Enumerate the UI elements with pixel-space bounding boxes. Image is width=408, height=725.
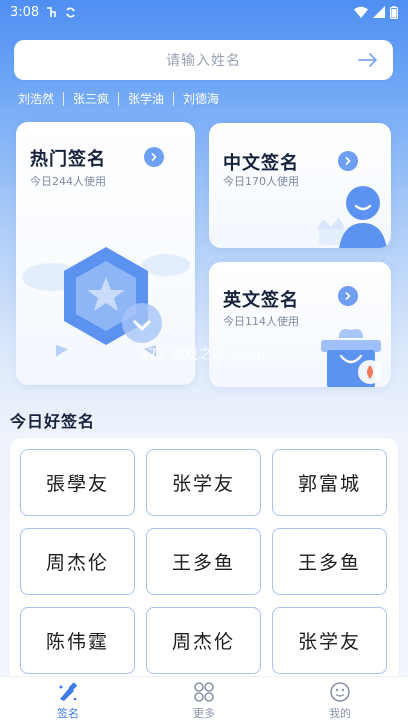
card-subtitle: 今日244人使用 (30, 175, 106, 188)
grid-icon (194, 682, 214, 702)
signature-cell[interactable]: 张学友 (272, 607, 387, 674)
app-notification-icon (47, 6, 57, 17)
chevron-right-icon[interactable] (144, 147, 164, 167)
chinese-signature-card[interactable]: 中文签名 今日170人使用 (209, 123, 391, 248)
hot-signature-card[interactable]: 热门签名 今日244人使用 (16, 122, 195, 385)
signature-cell[interactable]: 張學友 (20, 449, 135, 516)
history-item[interactable]: 刘浩然 (18, 92, 63, 106)
status-left: 3:08 (10, 5, 77, 20)
signature-cell[interactable]: 王多鱼 (146, 528, 261, 595)
search-input[interactable]: 请输入姓名 (166, 50, 241, 70)
chevron-right-icon[interactable] (338, 286, 358, 306)
section-title: 今日好签名 (10, 412, 96, 431)
wifi-icon (354, 6, 368, 18)
history-item[interactable]: 张学油 (118, 92, 173, 106)
bottom-tab-bar: 签名 更多 我的 (0, 676, 408, 725)
battery-icon (390, 5, 398, 19)
gift-bag-illustration (321, 329, 382, 387)
arrow-right-icon[interactable] (357, 49, 379, 71)
chevron-right-icon[interactable] (338, 151, 358, 171)
signature-cell[interactable]: 周杰伦 (146, 607, 261, 674)
status-bar: 3:08 (0, 0, 408, 24)
person-illustration (317, 186, 387, 248)
search-bar[interactable]: 请输入姓名 (14, 40, 393, 80)
signature-cell[interactable]: 陈伟霆 (20, 607, 135, 674)
signature-cell[interactable]: 王多鱼 (272, 528, 387, 595)
card-title: 热门签名 (30, 149, 106, 170)
signature-cell[interactable]: 郭富城 (272, 449, 387, 516)
card-title: 英文签名 (223, 290, 299, 311)
signal-icon (373, 6, 385, 18)
tab-label: 更多 (193, 707, 215, 720)
smiley-icon (330, 682, 350, 702)
tab-more[interactable]: 更多 (136, 677, 272, 725)
tab-label: 我的 (329, 707, 351, 720)
tab-mine[interactable]: 我的 (272, 677, 408, 725)
card-subtitle: 今日170人使用 (223, 175, 299, 188)
tab-sign[interactable]: 签名 (0, 677, 136, 725)
signature-cell[interactable]: 张学友 (146, 449, 261, 516)
sign-pen-icon (59, 682, 78, 701)
status-time: 3:08 (10, 4, 40, 20)
sync-icon (66, 7, 75, 17)
card-subtitle: 今日114人使用 (223, 315, 299, 328)
star-badge-illustration (22, 247, 190, 357)
card-title: 中文签名 (223, 153, 299, 174)
english-signature-card[interactable]: 英文签名 今日114人使用 (209, 262, 391, 387)
signature-grid: 張學友 张学友 郭富城 周杰伦 王多鱼 王多鱼 陈伟霆 周杰伦 张学友 (10, 438, 398, 676)
history-item[interactable]: 刘德海 (173, 92, 228, 106)
status-right (354, 5, 398, 19)
tab-label: 签名 (57, 707, 79, 720)
search-history: 刘浩然 张三疯 张学油 刘德海 (18, 92, 228, 106)
history-item[interactable]: 张三疯 (63, 92, 118, 106)
signature-cell[interactable]: 周杰伦 (20, 528, 135, 595)
